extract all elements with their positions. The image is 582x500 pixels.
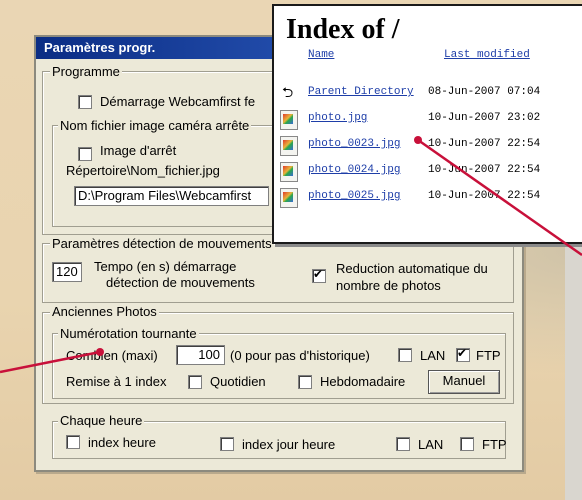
index-hour-label: index heure [88,435,156,450]
file-link[interactable]: photo_0024.jpg [308,164,400,176]
stop-image-label: Image d'arrêt [100,143,177,158]
listing-row[interactable]: ⮌ Parent Directory 08-Jun-2007 07:04 [280,84,582,104]
tempo-input[interactable]: 120 [52,262,82,282]
reduction-label-2: nombre de photos [336,278,441,293]
tempo-label-2: détection de mouvements [106,275,255,290]
background-strip [565,240,582,500]
stop-image-checkbox[interactable] [78,147,92,161]
listing-row[interactable]: photo_0025.jpg 10-Jun-2007 22:54 [280,188,582,208]
daily-label: Quotidien [210,374,266,389]
listing-row[interactable]: photo.jpg 10-Jun-2007 23:02 [280,110,582,130]
listing-row[interactable]: photo_0023.jpg 10-Jun-2007 22:54 [280,136,582,156]
old-photos-legend: Anciennes Photos [50,304,159,319]
weekly-label: Hebdomadaire [320,374,406,389]
image-file-icon [280,136,298,156]
column-modified-link[interactable]: Last modified [444,49,530,61]
hourly-lan-label: LAN [418,437,444,452]
daily-checkbox[interactable] [188,375,202,389]
weekly-checkbox[interactable] [298,375,312,389]
column-name-link[interactable]: Name [308,49,334,61]
path-label: Répertoire\Nom_fichier.jpg [66,163,220,178]
file-link[interactable]: photo_0023.jpg [308,138,400,150]
listing-title: Index of / [286,14,400,45]
motion-legend: Paramètres détection de mouvements [50,236,274,251]
count-label: Combien (maxi) [66,348,158,363]
file-date: 10-Jun-2007 22:54 [428,164,541,176]
reduction-label-1: Reduction automatique du [336,261,488,276]
directory-listing-window: Index of / Name Last modified ⮌ Parent D… [272,4,582,244]
startup-label: Démarrage Webcamfirst fe [100,94,256,109]
file-link[interactable]: photo_0025.jpg [308,190,400,202]
file-link[interactable]: Parent Directory [308,86,414,98]
file-date: 10-Jun-2007 22:54 [428,138,541,150]
lan-checkbox[interactable] [398,348,412,362]
index-day-hour-label: index jour heure [242,437,336,452]
stop-image-legend: Nom fichier image caméra arrête [58,118,252,133]
hourly-ftp-label: FTP [482,437,507,452]
rotation-legend: Numérotation tournante [58,326,199,341]
hourly-ftp-checkbox[interactable] [460,437,474,451]
lan-label: LAN [420,348,446,363]
file-date: 10-Jun-2007 22:54 [428,190,541,202]
image-file-icon [280,188,298,208]
file-date: 08-Jun-2007 07:04 [428,86,541,98]
tempo-label-1: Tempo (en s) démarrage [94,259,237,274]
reset-label: Remise à 1 index [66,374,167,389]
index-hour-checkbox[interactable] [66,435,80,449]
ftp-checkbox[interactable] [456,346,470,362]
image-file-icon [280,162,298,182]
count-hint: (0 pour pas d'historique) [230,348,370,363]
file-date: 10-Jun-2007 23:02 [428,112,541,124]
hourly-lan-checkbox[interactable] [396,437,410,451]
image-file-icon [280,110,298,130]
listing-row[interactable]: photo_0024.jpg 10-Jun-2007 22:54 [280,162,582,182]
programme-legend: Programme [50,64,122,79]
back-arrow-icon: ⮌ [282,85,294,101]
path-input[interactable]: D:\Program Files\Webcamfirst [74,186,269,206]
startup-checkbox[interactable] [78,95,92,109]
manual-button[interactable]: Manuel [428,370,500,394]
ftp-label: FTP [476,348,501,363]
count-input[interactable]: 100 [176,345,225,365]
file-link[interactable]: photo.jpg [308,112,367,124]
index-day-hour-checkbox[interactable] [220,437,234,451]
hourly-legend: Chaque heure [58,413,145,428]
reduction-checkbox[interactable] [312,267,326,283]
